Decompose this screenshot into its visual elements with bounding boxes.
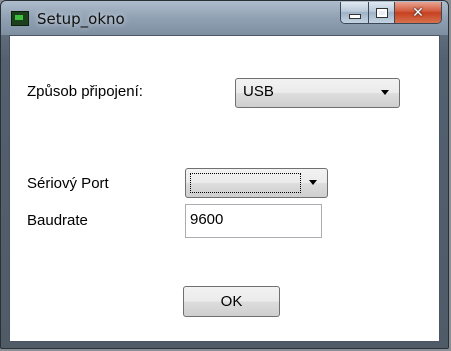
setup-window: Setup_okno ✕ Způsob připojení: USB Sério… <box>0 0 449 349</box>
maximize-button[interactable] <box>369 2 395 23</box>
minimize-button[interactable] <box>341 2 369 23</box>
ok-button-label: OK <box>220 293 243 310</box>
baudrate-label: Baudrate <box>27 212 88 229</box>
serial-port-dropdown[interactable] <box>185 168 328 198</box>
focus-indicator <box>190 173 301 193</box>
close-button[interactable]: ✕ <box>395 2 441 23</box>
ok-button[interactable]: OK <box>183 286 280 317</box>
client-area: Způsob připojení: USB Sériový Port Baudr… <box>9 35 440 342</box>
baudrate-input[interactable]: 9600 <box>185 204 322 238</box>
maximize-icon <box>375 7 388 18</box>
connection-method-value: USB <box>243 83 274 100</box>
connection-method-label: Způsob připojení: <box>27 83 143 100</box>
close-icon: ✕ <box>412 4 424 21</box>
caption-buttons: ✕ <box>340 2 442 24</box>
title-bar[interactable]: Setup_okno ✕ <box>1 1 448 35</box>
chevron-down-icon <box>381 90 389 95</box>
serial-port-label: Sériový Port <box>27 175 109 192</box>
connection-method-dropdown[interactable]: USB <box>235 78 400 108</box>
chevron-down-icon <box>309 180 317 185</box>
window-title: Setup_okno <box>37 10 125 28</box>
minimize-icon <box>348 14 361 19</box>
app-icon <box>11 11 29 26</box>
